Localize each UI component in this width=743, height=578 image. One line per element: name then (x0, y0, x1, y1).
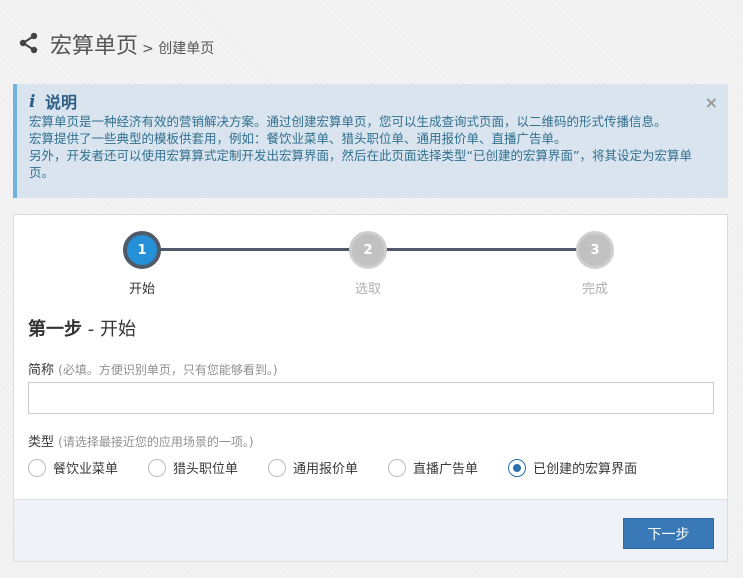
step-3-circle: 3 (576, 231, 614, 269)
radio-option[interactable]: 餐饮业菜单 (28, 458, 118, 477)
step-1-circle: 1 (123, 231, 161, 269)
radio-button[interactable] (268, 458, 287, 477)
radio-option[interactable]: 直播广告单 (388, 458, 478, 477)
radio-option[interactable]: 通用报价单 (268, 458, 358, 477)
radio-button[interactable] (388, 458, 407, 477)
form: 简称 (必填。方便识别单页，只有您能够看到。) 类型 (请选择最接近您的应用场景… (14, 356, 727, 499)
name-input[interactable] (28, 382, 714, 414)
step-2-label: 选取 (354, 282, 381, 297)
alert-line: 宏算单页是一种经济有效的营销解决方案。通过创建宏算单页，您可以生成查询式页面，以… (29, 114, 667, 129)
alert-title: 说明 (45, 93, 78, 112)
type-radio-group: 餐饮业菜单 猎头职位单 通用报价单 直播广告单 已创建的宏算界面 (28, 458, 667, 477)
radio-button[interactable] (28, 458, 46, 477)
close-icon[interactable]: × (705, 94, 718, 111)
radio-option[interactable]: 猎头职位单 (148, 458, 238, 477)
name-hint: (必填。方便识别单页，只有您能够看到。) (58, 363, 278, 377)
wizard-panel: 1 2 3 开始 选取 完成 第一步 - 开始 简称 (必填。方便识别单页，只有… (13, 214, 728, 562)
info-alert: i 说明 宏算单页是一种经济有效的营销解决方案。通过创建宏算单页，您可以生成查询… (13, 84, 728, 198)
type-label: 类型 (请选择最接近您的应用场景的一项。) (28, 435, 254, 450)
section-title: 第一步 - 开始 (28, 319, 136, 340)
type-hint: (请选择最接近您的应用场景的一项。) (58, 435, 254, 449)
step-2-circle: 2 (349, 231, 387, 269)
radio-button-selected[interactable] (508, 458, 527, 477)
share-icon (19, 32, 38, 54)
name-label: 简称 (必填。方便识别单页，只有您能够看到。) (28, 363, 278, 378)
radio-button[interactable] (148, 458, 167, 477)
step-3-label: 完成 (581, 282, 608, 297)
alert-line: 宏算提供了一些典型的模板供套用，例如：餐饮业菜单、猎头职位单、通用报价单、直播广… (29, 131, 567, 146)
radio-option[interactable]: 已创建的宏算界面 (508, 458, 637, 477)
next-button[interactable]: 下一步 (623, 518, 714, 549)
step-1-label: 开始 (128, 282, 155, 297)
alert-heading: i 说明 (29, 92, 714, 112)
breadcrumb: > 创建单页 (142, 41, 215, 57)
step-progress: 1 2 3 开始 选取 完成 (14, 215, 727, 305)
info-icon: i (29, 92, 36, 112)
page-header: 宏算单页 > 创建单页 (18, 28, 214, 62)
alert-line: 另外，开发者还可以使用宏算算式定制开发出宏算界面，然后在此页面选择类型“已创建的… (29, 148, 692, 180)
wizard-footer: 下一步 (14, 499, 727, 561)
page-title: 宏算单页 (50, 34, 139, 59)
